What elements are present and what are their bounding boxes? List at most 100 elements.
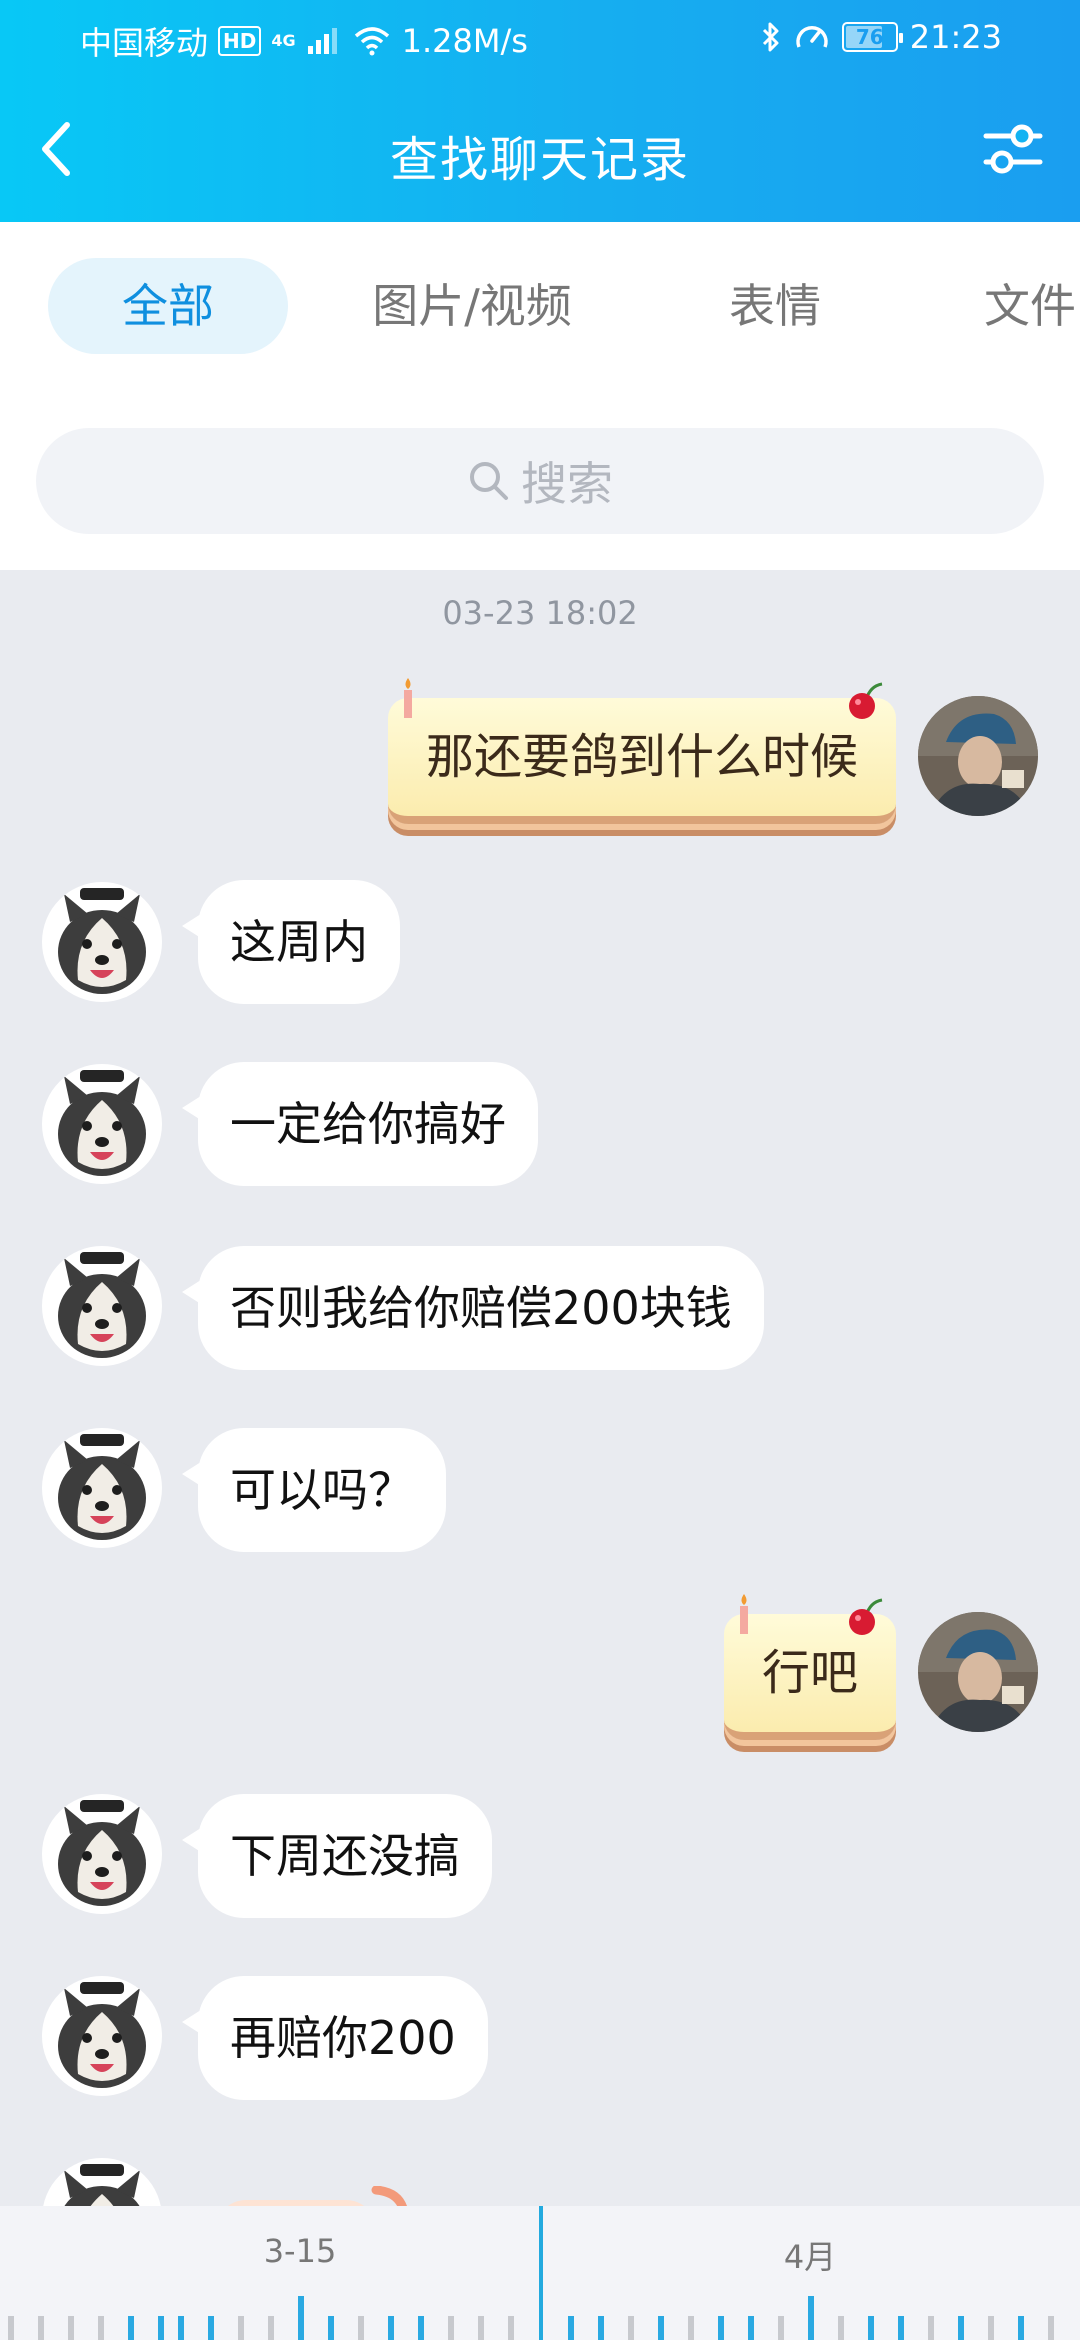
timeline-tick — [958, 2316, 964, 2340]
filter-tabs-area: 全部 图片/视频 表情 文件 搜索 — [0, 222, 1080, 570]
timeline-tick — [508, 2316, 514, 2340]
avatar-friend[interactable] — [42, 1064, 162, 1184]
message-bubble-incoming[interactable]: 否则我给你赔偿200块钱 — [182, 1246, 764, 1370]
avatar-self[interactable] — [918, 1612, 1038, 1732]
chat-history[interactable]: 03-23 18:02 那还要鸽到什么时候 这周内 一定给你搞好 否则我给你赔偿… — [0, 570, 1080, 2206]
timeline-tick — [1048, 2316, 1054, 2340]
wifi-icon — [354, 27, 389, 56]
carrier-name: 中国移动 — [80, 24, 209, 62]
candle-icon — [739, 1594, 748, 1634]
message-text: 那还要鸽到什么时候 — [425, 729, 858, 785]
husky-avatar-image — [42, 882, 162, 1002]
timeline-tick — [808, 2296, 814, 2340]
timeline-tick — [478, 2316, 484, 2340]
message-bubble-incoming[interactable]: 可以吗？ — [182, 1428, 446, 1552]
avatar-friend[interactable] — [42, 2158, 162, 2206]
message-bubble-incoming[interactable]: 再赔你200 — [182, 1976, 488, 2100]
avatar-friend[interactable] — [42, 882, 162, 1002]
network-type: 4G — [271, 31, 296, 50]
husky-avatar-image — [42, 1064, 162, 1184]
speedometer-icon — [796, 26, 828, 48]
timeline-tick — [328, 2316, 334, 2340]
search-placeholder: 搜索 — [521, 457, 613, 511]
message-text: 行吧 — [761, 1645, 858, 1701]
timeline-ticks — [0, 2296, 1080, 2340]
timeline-tick — [178, 2316, 184, 2340]
timeline-tick — [568, 2316, 574, 2340]
timeline-tick — [988, 2316, 994, 2340]
message-bubble-outgoing[interactable]: 行吧 — [723, 1594, 896, 1740]
timeline-tick — [898, 2316, 904, 2340]
title-bar: 查找聊天记录 — [0, 76, 1080, 222]
timeline-label-april: 4月 — [783, 2238, 837, 2276]
page-title: 查找聊天记录 — [389, 132, 690, 188]
avatar-friend[interactable] — [42, 1794, 162, 1914]
message-bubble-incoming[interactable]: 这周内 — [182, 880, 400, 1004]
search-icon — [470, 462, 508, 500]
message-bubble-incoming[interactable]: 一定给你搞好 — [182, 1062, 538, 1186]
timeline-tick — [358, 2316, 364, 2340]
timeline-tick — [868, 2316, 874, 2340]
tab-all[interactable]: 全部 — [48, 258, 288, 354]
candle-icon — [403, 678, 412, 718]
timeline-tick — [38, 2316, 44, 2340]
cherry-icon — [849, 1598, 883, 1635]
tab-files[interactable]: 文件 — [960, 258, 1080, 354]
husky-avatar-image — [42, 2158, 162, 2206]
clock: 21:23 — [909, 18, 1002, 56]
message-bubble-incoming[interactable]: 下周还没搞 — [182, 1794, 492, 1918]
sliders-icon — [983, 124, 1043, 174]
husky-avatar-image — [42, 1794, 162, 1914]
timeline-tick — [98, 2316, 104, 2340]
battery-icon: 76 — [841, 22, 903, 52]
timeline-tick — [718, 2316, 724, 2340]
battery-level: 76 — [855, 25, 884, 49]
timeline-tick — [448, 2316, 454, 2340]
avatar-self[interactable] — [918, 696, 1038, 816]
avatar-friend[interactable] — [42, 1976, 162, 2096]
husky-avatar-image — [42, 1428, 162, 1548]
sticker-tail-icon — [371, 2186, 407, 2206]
timeline-tick — [628, 2316, 634, 2340]
tab-stickers[interactable]: 表情 — [690, 258, 860, 354]
timeline-tick — [128, 2316, 134, 2340]
message-timestamp: 03-23 18:02 — [442, 594, 638, 632]
timeline-tick — [208, 2316, 214, 2340]
cherry-icon — [849, 682, 883, 719]
status-bar: 中国移动 HD 4G 1.28M/s 76 21:23 — [0, 0, 1080, 76]
date-timeline[interactable]: 3-15 4月 — [0, 2206, 1080, 2340]
tab-images-videos[interactable]: 图片/视频 — [352, 258, 592, 354]
app-header: 中国移动 HD 4G 1.28M/s 76 21:23 查找聊天记录 — [0, 0, 1080, 222]
avatar-friend[interactable] — [42, 1246, 162, 1366]
status-bar-left: 中国移动 HD 4G 1.28M/s — [80, 18, 528, 64]
husky-avatar-image — [42, 1246, 162, 1366]
filter-button[interactable] — [976, 112, 1050, 186]
signal-icon — [307, 28, 337, 54]
timeline-tick — [748, 2316, 754, 2340]
timeline-tick — [8, 2316, 14, 2340]
timeline-tick — [418, 2316, 424, 2340]
timeline-tick — [928, 2316, 934, 2340]
timeline-label-mar15: 3-15 — [263, 2232, 337, 2270]
status-bar-right: 76 21:23 — [760, 18, 1002, 56]
hd-badge: HD — [218, 26, 262, 56]
bluetooth-icon — [762, 22, 779, 52]
avatar-friend[interactable] — [42, 1428, 162, 1548]
message-bubble-outgoing[interactable]: 那还要鸽到什么时候 — [387, 678, 896, 824]
timeline-tick — [598, 2316, 604, 2340]
timeline-tick — [658, 2316, 664, 2340]
timeline-tick — [68, 2316, 74, 2340]
timeline-tick — [158, 2316, 164, 2340]
timeline-tick — [268, 2316, 274, 2340]
timeline-tick — [778, 2316, 784, 2340]
search-input[interactable]: 搜索 — [36, 428, 1044, 534]
timeline-tick — [388, 2316, 394, 2340]
timeline-tick — [838, 2316, 844, 2340]
avatar-self-image — [918, 1612, 1038, 1732]
avatar-self-image — [918, 696, 1038, 816]
timeline-tick — [298, 2296, 304, 2340]
husky-avatar-image — [42, 1976, 162, 2096]
timeline-tick — [238, 2316, 244, 2340]
timeline-tick — [688, 2316, 694, 2340]
timeline-tick — [1018, 2316, 1024, 2340]
